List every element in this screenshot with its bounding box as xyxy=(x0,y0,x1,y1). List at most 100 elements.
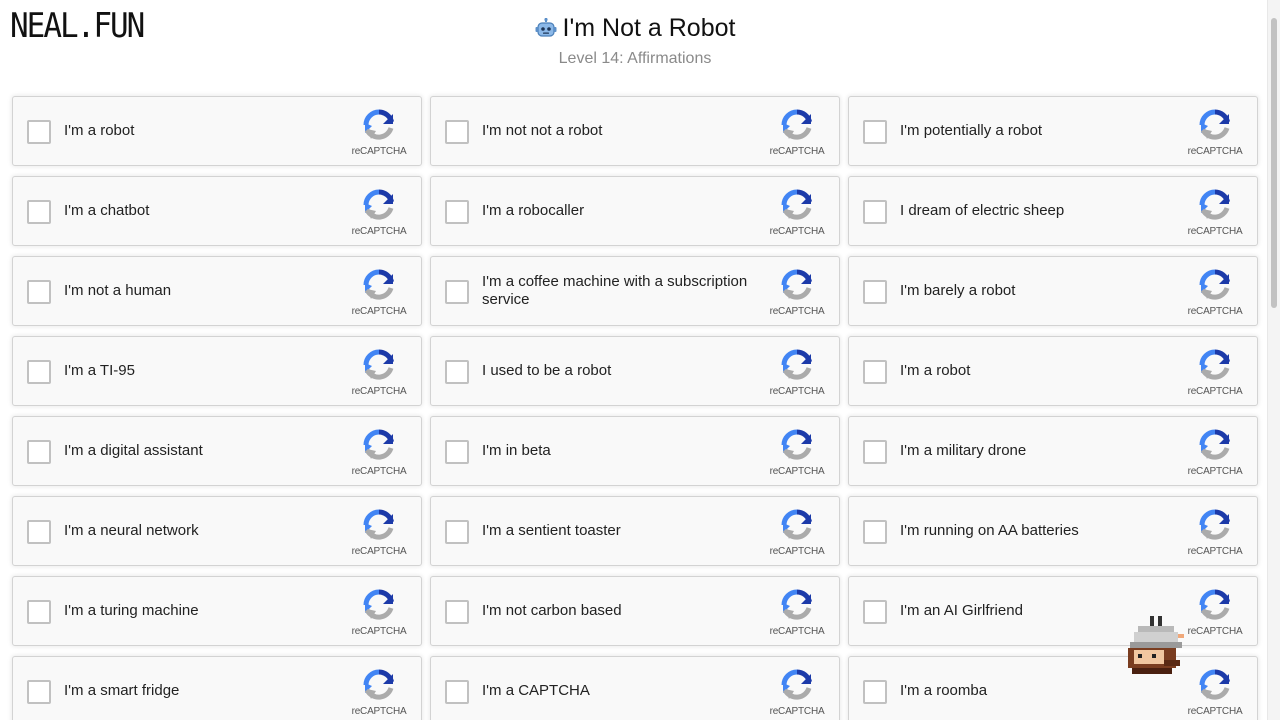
recaptcha-badge[interactable]: reCAPTCHA xyxy=(769,109,825,157)
recaptcha-badge[interactable]: reCAPTCHA xyxy=(351,349,407,397)
recaptcha-badge[interactable]: reCAPTCHA xyxy=(1187,589,1243,637)
captcha-label: I'm a TI-95 xyxy=(64,362,135,379)
captcha-checkbox[interactable] xyxy=(863,600,887,624)
recaptcha-text: reCAPTCHA xyxy=(769,386,825,397)
captcha-card: I'm a robot reCAPTCHA xyxy=(848,336,1258,406)
recaptcha-badge[interactable]: reCAPTCHA xyxy=(1187,509,1243,557)
recaptcha-logo-icon xyxy=(1187,509,1243,541)
captcha-checkbox[interactable] xyxy=(863,200,887,224)
captcha-checkbox[interactable] xyxy=(863,680,887,704)
recaptcha-text: reCAPTCHA xyxy=(769,706,825,717)
captcha-checkbox[interactable] xyxy=(27,360,51,384)
recaptcha-badge[interactable]: reCAPTCHA xyxy=(769,589,825,637)
recaptcha-badge[interactable]: reCAPTCHA xyxy=(1187,349,1243,397)
captcha-checkbox[interactable] xyxy=(445,360,469,384)
recaptcha-text: reCAPTCHA xyxy=(1187,386,1243,397)
recaptcha-badge[interactable]: reCAPTCHA xyxy=(1187,429,1243,477)
captcha-checkbox[interactable] xyxy=(445,280,469,304)
captcha-card: I'm a sentient toaster reCAPTCHA xyxy=(430,496,840,566)
pixel-robot-mascot xyxy=(1124,614,1186,680)
scrollbar[interactable] xyxy=(1267,0,1280,720)
captcha-checkbox[interactable] xyxy=(445,680,469,704)
captcha-checkbox[interactable] xyxy=(863,520,887,544)
recaptcha-text: reCAPTCHA xyxy=(351,146,407,157)
recaptcha-badge[interactable]: reCAPTCHA xyxy=(351,189,407,237)
captcha-label: I'm a sentient toaster xyxy=(482,522,621,539)
captcha-checkbox[interactable] xyxy=(863,360,887,384)
captcha-checkbox[interactable] xyxy=(863,440,887,464)
level-subtitle: Level 14: Affirmations xyxy=(558,49,712,67)
recaptcha-text: reCAPTCHA xyxy=(351,626,407,637)
captcha-label: I'm a digital assistant xyxy=(64,442,203,459)
captcha-checkbox[interactable] xyxy=(27,440,51,464)
recaptcha-text: reCAPTCHA xyxy=(351,226,407,237)
recaptcha-badge[interactable]: reCAPTCHA xyxy=(769,429,825,477)
captcha-checkbox[interactable] xyxy=(863,280,887,304)
recaptcha-badge[interactable]: reCAPTCHA xyxy=(769,669,825,717)
recaptcha-text: reCAPTCHA xyxy=(351,546,407,557)
captcha-label: I'm a chatbot xyxy=(64,202,150,219)
recaptcha-badge[interactable]: reCAPTCHA xyxy=(1187,189,1243,237)
captcha-checkbox[interactable] xyxy=(863,120,887,144)
recaptcha-text: reCAPTCHA xyxy=(769,626,825,637)
captcha-checkbox[interactable] xyxy=(27,600,51,624)
captcha-card: I'm a neural network reCAPTCHA xyxy=(12,496,422,566)
header: I'm Not a Robot Level 14: Affirmations xyxy=(0,14,1270,68)
recaptcha-badge[interactable]: reCAPTCHA xyxy=(769,349,825,397)
captcha-checkbox[interactable] xyxy=(27,520,51,544)
recaptcha-badge[interactable]: reCAPTCHA xyxy=(1187,269,1243,317)
captcha-checkbox[interactable] xyxy=(445,120,469,144)
captcha-label: I'm a neural network xyxy=(64,522,199,539)
captcha-checkbox[interactable] xyxy=(445,600,469,624)
captcha-label: I'm not not a robot xyxy=(482,122,603,139)
recaptcha-badge[interactable]: reCAPTCHA xyxy=(351,509,407,557)
captcha-card: I'm a robot reCAPTCHA xyxy=(12,96,422,166)
recaptcha-logo-icon xyxy=(351,109,407,141)
recaptcha-badge[interactable]: reCAPTCHA xyxy=(1187,109,1243,157)
recaptcha-badge[interactable]: reCAPTCHA xyxy=(351,269,407,317)
captcha-card: I'm a TI-95 reCAPTCHA xyxy=(12,336,422,406)
recaptcha-logo-icon xyxy=(351,429,407,461)
captcha-label: I'm a robocaller xyxy=(482,202,585,219)
captcha-checkbox[interactable] xyxy=(445,200,469,224)
recaptcha-logo-icon xyxy=(769,589,825,621)
captcha-card: I'm a roomba reCAPTCHA xyxy=(848,656,1258,720)
captcha-card: I'm a military drone reCAPTCHA xyxy=(848,416,1258,486)
recaptcha-badge[interactable]: reCAPTCHA xyxy=(1187,669,1243,717)
recaptcha-badge[interactable]: reCAPTCHA xyxy=(769,269,825,317)
scrollbar-thumb[interactable] xyxy=(1271,18,1277,308)
captcha-label: I used to be a robot xyxy=(482,362,612,379)
captcha-label: I'm not carbon based xyxy=(482,602,622,619)
captcha-card: I'm barely a robot reCAPTCHA xyxy=(848,256,1258,326)
recaptcha-logo-icon xyxy=(351,349,407,381)
recaptcha-badge[interactable]: reCAPTCHA xyxy=(351,109,407,157)
captcha-card: I'm a turing machine reCAPTCHA xyxy=(12,576,422,646)
recaptcha-text: reCAPTCHA xyxy=(769,306,825,317)
captcha-checkbox[interactable] xyxy=(445,440,469,464)
recaptcha-logo-icon xyxy=(1187,669,1243,701)
captcha-checkbox[interactable] xyxy=(445,520,469,544)
captcha-label: I'm not a human xyxy=(64,282,172,299)
captcha-card: I dream of electric sheep reCAPTCHA xyxy=(848,176,1258,246)
captcha-checkbox[interactable] xyxy=(27,680,51,704)
captcha-label: I'm running on AA batteries xyxy=(900,522,1079,539)
captcha-label: I'm a military drone xyxy=(900,442,1027,459)
captcha-checkbox[interactable] xyxy=(27,120,51,144)
recaptcha-badge[interactable]: reCAPTCHA xyxy=(351,589,407,637)
recaptcha-badge[interactable]: reCAPTCHA xyxy=(351,429,407,477)
recaptcha-text: reCAPTCHA xyxy=(1187,706,1243,717)
recaptcha-badge[interactable]: reCAPTCHA xyxy=(769,509,825,557)
recaptcha-text: reCAPTCHA xyxy=(351,706,407,717)
captcha-checkbox[interactable] xyxy=(27,200,51,224)
captcha-card: I'm in beta reCAPTCHA xyxy=(430,416,840,486)
recaptcha-logo-icon xyxy=(351,669,407,701)
recaptcha-text: reCAPTCHA xyxy=(351,466,407,477)
captcha-label: I'm a smart fridge xyxy=(64,682,180,699)
captcha-card: I'm not not a robot reCAPTCHA xyxy=(430,96,840,166)
recaptcha-logo-icon xyxy=(1187,189,1243,221)
captcha-checkbox[interactable] xyxy=(27,280,51,304)
recaptcha-logo-icon xyxy=(769,269,825,301)
recaptcha-badge[interactable]: reCAPTCHA xyxy=(769,189,825,237)
recaptcha-text: reCAPTCHA xyxy=(351,386,407,397)
recaptcha-badge[interactable]: reCAPTCHA xyxy=(351,669,407,717)
